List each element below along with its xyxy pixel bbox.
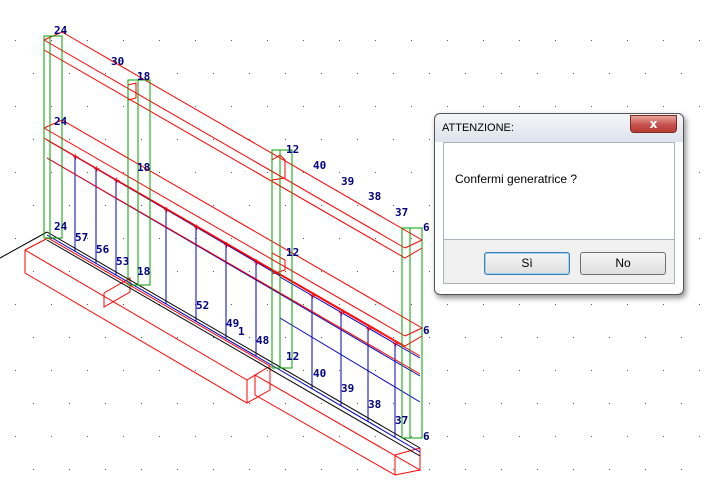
label: 53 xyxy=(116,255,129,268)
label: 6 xyxy=(423,324,430,337)
label: 48 xyxy=(256,334,269,347)
label: 38 xyxy=(368,190,381,203)
label: 6 xyxy=(423,430,430,443)
close-icon[interactable]: x xyxy=(630,115,677,133)
dialog-message: Confermi generatrice ? xyxy=(455,172,578,186)
no-button[interactable]: No xyxy=(580,252,666,275)
dialog-titlebar[interactable]: ATTENZIONE: x xyxy=(435,114,683,142)
dialog-footer: Sì No xyxy=(443,240,675,284)
label: 39 xyxy=(341,175,354,188)
label: 12 xyxy=(286,246,299,259)
label: 24 xyxy=(54,220,68,233)
label: 12 xyxy=(286,143,299,156)
base-lines xyxy=(0,231,421,457)
label: 30 xyxy=(111,55,124,68)
label: 38 xyxy=(368,398,381,411)
label: 37 xyxy=(395,414,408,427)
label: 40 xyxy=(313,367,326,380)
label: 52 xyxy=(196,299,209,312)
dialog-body: Confermi generatrice ? xyxy=(443,142,675,240)
label: 24 xyxy=(54,24,68,37)
base-blocks xyxy=(24,237,421,476)
label: 39 xyxy=(341,382,354,395)
label: 6 xyxy=(423,221,430,234)
label: 18 xyxy=(137,265,150,278)
dimension-labels: 24 30 18 24 12 40 39 38 37 6 18 24 57 56… xyxy=(54,24,430,443)
yes-button[interactable]: Sì xyxy=(484,252,570,275)
label: 18 xyxy=(137,161,150,174)
confirm-dialog: ATTENZIONE: x Confermi generatrice ? Sì … xyxy=(434,113,684,295)
label: 37 xyxy=(395,206,408,219)
label: 56 xyxy=(96,243,110,256)
label: 12 xyxy=(286,350,299,363)
label: 1 xyxy=(238,325,245,338)
label: 57 xyxy=(75,231,88,244)
label: 24 xyxy=(54,115,68,128)
label: 18 xyxy=(137,70,150,83)
dialog-title: ATTENZIONE: xyxy=(442,122,514,134)
label: 40 xyxy=(313,159,326,172)
